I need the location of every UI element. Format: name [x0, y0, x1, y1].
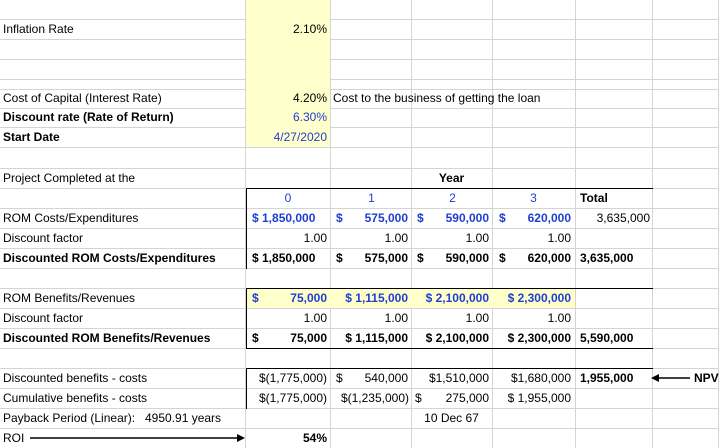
net-y0: $(1,775,000)	[258, 371, 327, 385]
discount-rate-label: Discount rate (Rate of Return)	[3, 110, 174, 124]
cum-y0: $(1,775,000)	[258, 391, 327, 405]
inflation-label: Inflation Rate	[3, 22, 74, 36]
rom-benefit-y3[interactable]: $ 2,300,000	[493, 289, 571, 308]
start-date-value[interactable]: 4/27/2020	[246, 128, 327, 147]
cost-capital-label: Cost of Capital (Interest Rate)	[3, 91, 162, 105]
start-date-label: Start Date	[3, 130, 60, 144]
discount-factor-y0: 1.00	[303, 231, 327, 245]
discounted-costs-label: Discounted ROM Costs/Expenditures	[3, 251, 216, 265]
discount-factor-2-label: Discount factor	[3, 311, 84, 325]
total-header: Total	[580, 191, 608, 205]
disc-benefit-y2: $ 2,100,000	[425, 331, 489, 345]
roi-label: ROI	[3, 431, 25, 445]
rom-benefits-label: ROM Benefits/Revenues	[3, 291, 136, 305]
year-header: Year	[438, 171, 465, 185]
disc-benefit-y0: 75,000	[290, 331, 327, 345]
discount-rate-value[interactable]: 6.30%	[246, 108, 327, 127]
discounted-benefits-label: Discounted ROM Benefits/Revenues	[3, 331, 211, 345]
cost-capital-value[interactable]: 4.20%	[246, 89, 327, 108]
disc-benefits-costs-label: Discounted benefits - costs	[3, 371, 148, 385]
roi-value: 54%	[302, 431, 327, 445]
disc-benefit-total: 5,590,000	[580, 331, 634, 345]
rom-cost-total: 3,635,000	[596, 211, 650, 225]
rom-cost-y2[interactable]: 590,000	[412, 209, 489, 228]
payback-date: 10 Dec 67	[424, 411, 479, 425]
year-2: 2	[449, 191, 456, 205]
rom-cost-y3[interactable]: 620,000	[493, 209, 571, 228]
cum-y2: 275,000	[445, 391, 489, 405]
discount-factor-y1: 1.00	[384, 231, 408, 245]
disc-cost-y0: $ 1,850,000	[252, 251, 316, 265]
inflation-value[interactable]: 2.10%	[246, 20, 327, 39]
disc-cost-total: 3,635,000	[580, 251, 634, 265]
discount-factor-label: Discount factor	[3, 231, 84, 245]
roi-arrow-icon	[30, 434, 245, 442]
discount-factor-2-y0: 1.00	[303, 311, 327, 325]
rom-cost-y0[interactable]: $ 1,850,000	[252, 209, 315, 228]
cost-capital-note: Cost to the business of getting the loan	[333, 91, 541, 105]
discount-factor-2-y1: 1.00	[384, 311, 408, 325]
discount-factor-y3: 1.00	[547, 231, 571, 245]
rom-benefit-y0[interactable]: 75,000	[246, 289, 327, 308]
discount-factor-2-y3: 1.00	[547, 311, 571, 325]
npv-total: 1,955,000	[580, 371, 634, 385]
cum-y3: $ 1,955,000	[507, 391, 571, 405]
rom-cost-y1[interactable]: 575,000	[331, 209, 408, 228]
rom-benefit-y2[interactable]: $ 2,100,000	[412, 289, 489, 308]
net-y3: $1,680,000	[510, 371, 571, 385]
cumulative-label: Cumulative benefits - costs	[3, 391, 148, 405]
cum-y1: $(1,235,000)	[340, 391, 409, 405]
npv-arrow-icon	[651, 374, 690, 382]
disc-cost-y2: 590,000	[445, 251, 489, 265]
disc-benefit-y1: $ 1,115,000	[345, 331, 408, 345]
discount-factor-2-y2: 1.00	[465, 311, 489, 325]
net-y1: 540,000	[364, 371, 408, 385]
payback-label: Payback Period (Linear):	[3, 411, 136, 425]
year-0: 0	[284, 191, 292, 205]
project-completed-label: Project Completed at the	[3, 171, 136, 185]
discount-factor-y2: 1.00	[465, 231, 489, 245]
rom-benefit-y1[interactable]: $ 1,115,000	[331, 289, 408, 308]
rom-costs-label: ROM Costs/Expenditures	[3, 211, 139, 225]
net-y2: $1,510,000	[428, 371, 489, 385]
year-3: 3	[530, 191, 537, 205]
disc-benefit-y3: $ 2,300,000	[507, 331, 571, 345]
year-1: 1	[368, 191, 375, 205]
payback-value: 4950.91 years	[145, 411, 222, 425]
npv-label: NPV	[694, 371, 719, 385]
disc-cost-y1: 575,000	[364, 251, 408, 265]
disc-cost-y3: 620,000	[527, 251, 571, 265]
